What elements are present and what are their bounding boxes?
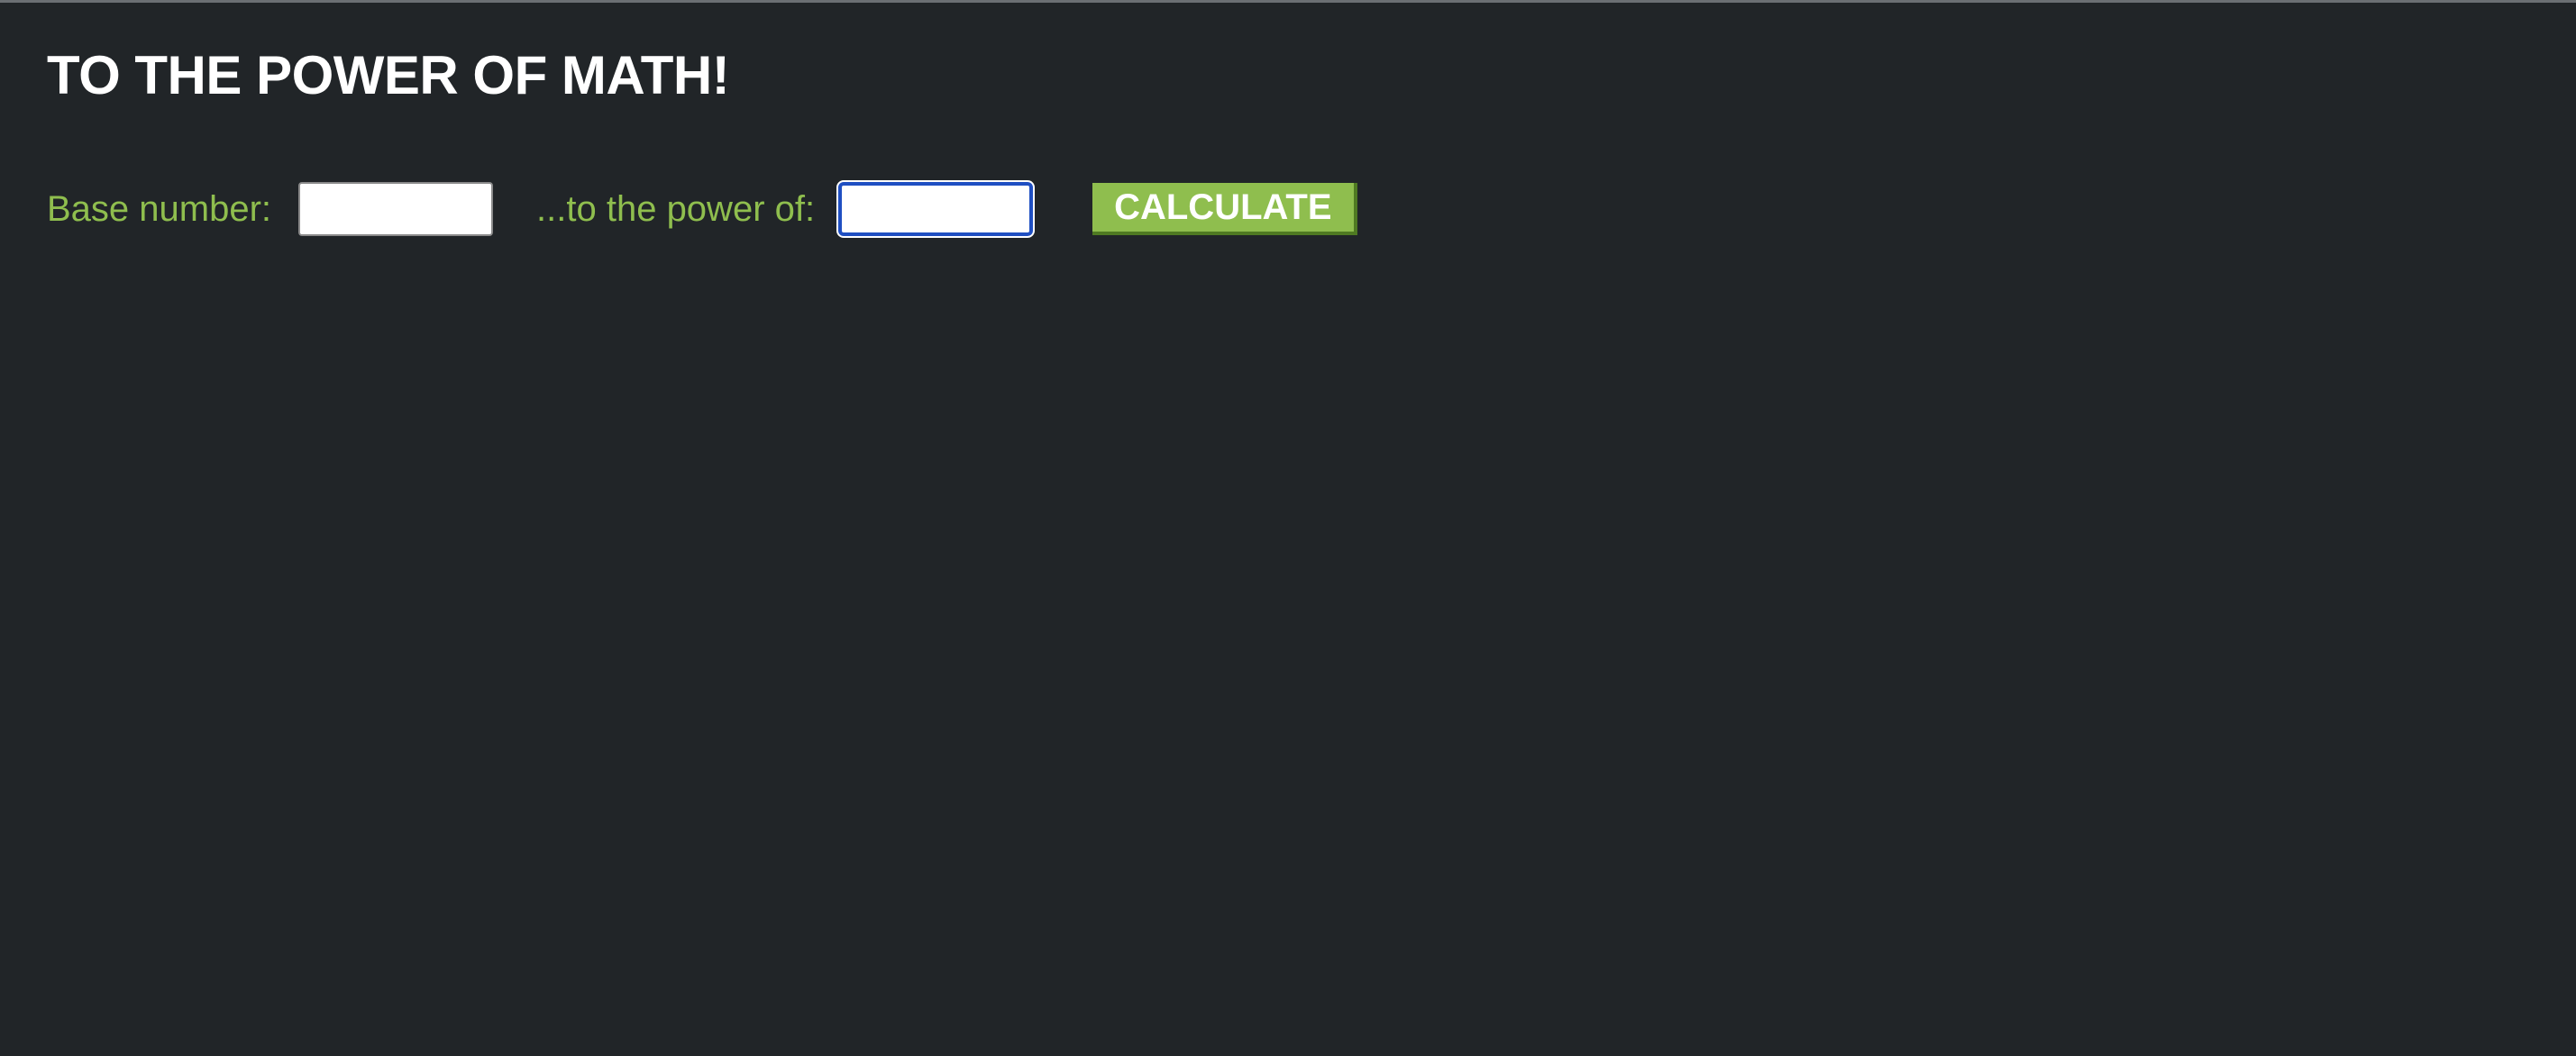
base-number-input[interactable]: [298, 182, 494, 236]
calculate-button[interactable]: CALCULATE: [1092, 183, 1357, 235]
base-number-label: Base number:: [47, 189, 272, 229]
power-form: Base number: ...to the power of: CALCULA…: [47, 182, 1357, 236]
page-title: TO THE POWER OF MATH!: [47, 45, 730, 105]
power-calculator-page: TO THE POWER OF MATH! Base number: ...to…: [0, 0, 2576, 1056]
power-input[interactable]: [838, 182, 1034, 236]
power-label: ...to the power of:: [536, 189, 816, 229]
